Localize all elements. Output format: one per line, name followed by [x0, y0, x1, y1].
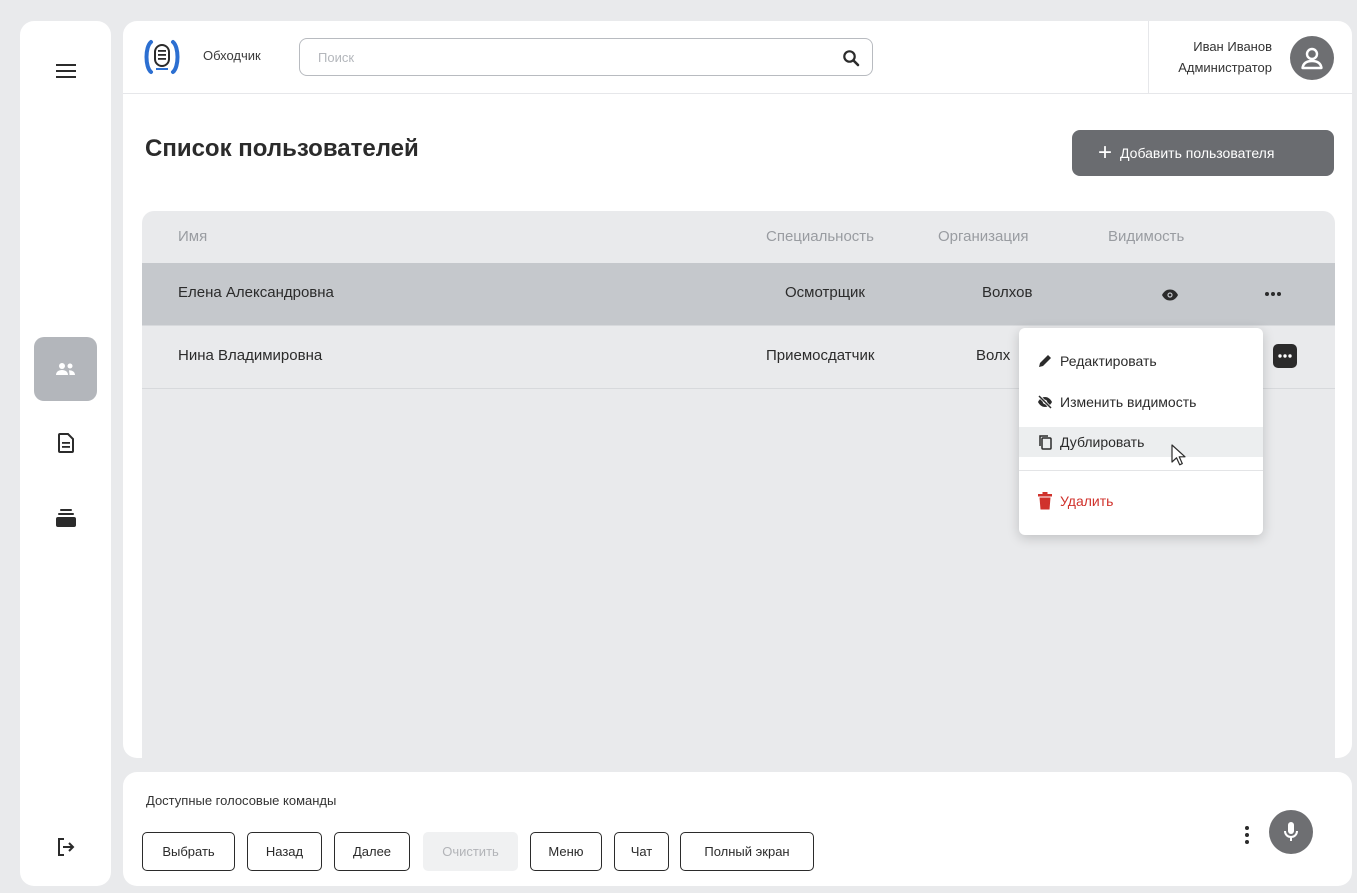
menu-item-label: Изменить видимость	[1060, 394, 1197, 410]
sidebar-item-documents[interactable]	[34, 411, 97, 475]
more-horizontal-icon	[1278, 354, 1292, 358]
avatar[interactable]	[1290, 36, 1334, 80]
add-user-button-label: Добавить пользователя	[1120, 145, 1275, 161]
table-row[interactable]: Елена Александровна Осмотрщик Волхов	[142, 263, 1335, 326]
menu-item-duplicate[interactable]: Дублировать	[1019, 427, 1263, 457]
row-actions-button[interactable]	[1261, 282, 1285, 306]
voice-command-menu[interactable]: Меню	[530, 832, 602, 871]
user-icon	[1301, 47, 1323, 70]
eye-icon[interactable]	[1161, 289, 1179, 301]
more-vertical-icon[interactable]	[1240, 823, 1254, 847]
cell-organization: Волхов	[982, 284, 1033, 301]
row-actions-button[interactable]	[1273, 344, 1297, 368]
menu-item-delete[interactable]: Удалить	[1019, 486, 1263, 516]
eye-off-icon	[1036, 393, 1054, 411]
sidebar-item-users[interactable]	[34, 337, 97, 401]
document-icon	[57, 433, 74, 453]
users-icon	[55, 363, 75, 375]
add-user-button[interactable]: + Добавить пользователя	[1072, 130, 1334, 176]
app-name: Обходчик	[203, 48, 261, 63]
cell-name: Елена Александровна	[178, 284, 334, 301]
search-box[interactable]	[299, 38, 873, 76]
page-title: Список пользователей	[145, 135, 419, 162]
user-name: Иван Иванов	[1193, 39, 1272, 54]
logout-icon	[57, 838, 74, 856]
copy-icon	[1036, 433, 1054, 451]
pencil-icon	[1036, 352, 1054, 370]
cell-organization: Волх	[976, 347, 1011, 364]
voice-command-back[interactable]: Назад	[247, 832, 322, 871]
app-logo-icon	[144, 40, 180, 74]
cell-specialty: Осмотрщик	[785, 284, 865, 301]
divider	[1148, 21, 1149, 94]
table-header: Имя Специальность Организация Видимость	[142, 211, 1335, 263]
search-input[interactable]	[318, 47, 818, 67]
mouse-cursor-icon	[1171, 444, 1186, 466]
voice-command-select[interactable]: Выбрать	[142, 832, 235, 871]
voice-commands-title: Доступные голосовые команды	[146, 793, 337, 808]
user-role: Администратор	[1178, 60, 1272, 75]
cell-specialty: Приемосдатчик	[766, 347, 875, 364]
more-horizontal-icon	[1265, 292, 1281, 296]
row-context-menu: Редактировать Изменить видимость Дублиро…	[1019, 328, 1263, 535]
voice-command-next[interactable]: Далее	[334, 832, 410, 871]
menu-divider	[1019, 470, 1263, 471]
menu-item-label: Удалить	[1060, 493, 1114, 509]
menu-icon	[55, 64, 76, 78]
stack-icon	[55, 509, 76, 527]
column-header-organization[interactable]: Организация	[938, 228, 1028, 245]
menu-item-change-visibility[interactable]: Изменить видимость	[1019, 387, 1263, 417]
voice-command-chat[interactable]: Чат	[614, 832, 669, 871]
column-header-specialty[interactable]: Специальность	[766, 228, 874, 245]
logout-button[interactable]	[34, 815, 97, 879]
trash-icon	[1036, 492, 1054, 510]
column-header-visibility[interactable]: Видимость	[1108, 228, 1184, 245]
search-icon[interactable]	[842, 49, 860, 67]
sidebar	[20, 21, 111, 886]
sidebar-item-stack[interactable]	[34, 486, 97, 550]
cell-name: Нина Владимировна	[178, 347, 323, 364]
microphone-button[interactable]	[1269, 810, 1313, 854]
plus-icon: +	[1098, 139, 1113, 166]
menu-item-edit[interactable]: Редактировать	[1019, 346, 1263, 376]
top-bar: Обходчик Иван Иванов Администратор	[123, 21, 1352, 94]
microphone-icon	[1284, 822, 1298, 841]
column-header-name[interactable]: Имя	[178, 228, 207, 245]
voice-command-fullscreen[interactable]: Полный экран	[680, 832, 814, 871]
voice-commands-panel: Доступные голосовые команды Выбрать Наза…	[123, 772, 1352, 886]
menu-button[interactable]	[34, 39, 97, 103]
menu-item-label: Редактировать	[1060, 353, 1157, 369]
menu-item-label: Дублировать	[1060, 434, 1145, 450]
voice-command-clear[interactable]: Очистить	[423, 832, 518, 871]
